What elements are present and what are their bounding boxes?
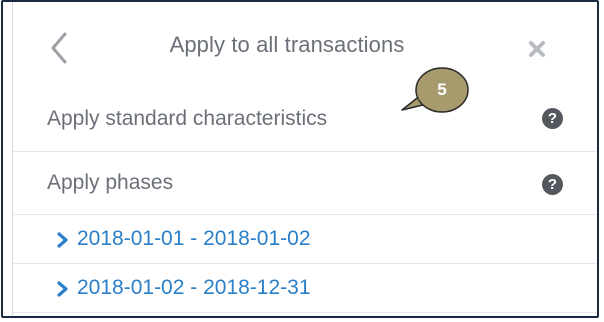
phase-item[interactable]: 2018-01-02 - 2018-12-31 <box>13 264 597 313</box>
chevron-right-icon <box>57 232 68 248</box>
phase-item[interactable]: 2018-01-01 - 2018-01-02 <box>13 215 597 264</box>
close-icon <box>529 41 545 57</box>
close-button[interactable] <box>522 34 552 64</box>
question-circle-icon[interactable]: ? <box>542 108 563 129</box>
dialog-header: Apply to all transactions <box>13 2 597 98</box>
apply-standard-characteristics-label: Apply standard characteristics <box>47 107 328 130</box>
apply-phases-label: Apply phases <box>47 171 174 194</box>
left-edge-strip <box>3 2 13 316</box>
callout-number: 5 <box>437 80 447 99</box>
phase-date-range-link[interactable]: 2018-01-01 - 2018-01-02 <box>77 227 311 251</box>
dialog-panel: Apply to all transactions Apply standard… <box>1 0 599 318</box>
phase-date-range-link[interactable]: 2018-01-02 - 2018-12-31 <box>77 276 311 300</box>
apply-standard-characteristics-row[interactable]: Apply standard characteristics ? <box>13 93 597 152</box>
step-callout-marker: 5 <box>401 62 477 118</box>
apply-phases-row[interactable]: Apply phases ? <box>13 152 597 215</box>
dialog-title: Apply to all transactions <box>169 32 405 57</box>
chevron-right-icon <box>57 281 68 297</box>
question-circle-icon[interactable]: ? <box>542 174 563 195</box>
